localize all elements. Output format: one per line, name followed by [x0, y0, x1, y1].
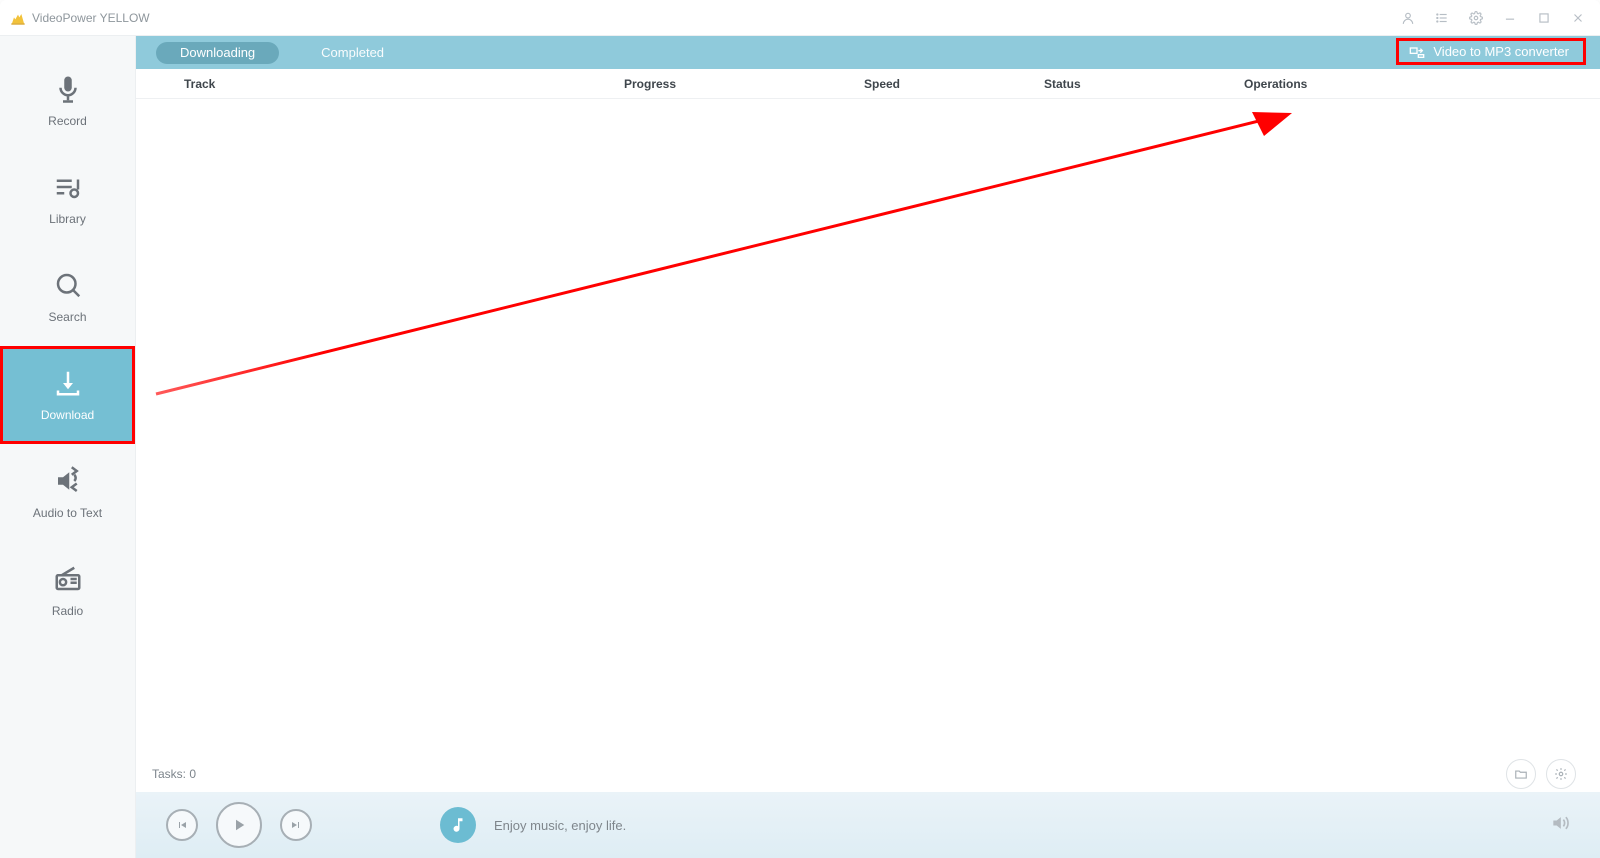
- app-title: VideoPower YELLOW: [32, 11, 150, 25]
- download-list: [136, 99, 1600, 756]
- list-icon[interactable]: [1430, 6, 1454, 30]
- download-icon: [53, 368, 83, 398]
- tab-label: Completed: [321, 46, 384, 60]
- column-speed: Speed: [864, 77, 1044, 91]
- volume-icon[interactable]: [1550, 813, 1570, 838]
- sidebar-item-record[interactable]: Record: [0, 52, 135, 150]
- annotation-arrow: [146, 99, 1446, 434]
- search-icon: [53, 270, 83, 300]
- column-progress: Progress: [624, 77, 864, 91]
- main-panel: Downloading Completed Video to MP3 conve…: [136, 36, 1600, 858]
- title-bar: VideoPower YELLOW: [0, 0, 1600, 36]
- sidebar-item-label: Search: [48, 310, 86, 324]
- gear-icon[interactable]: [1464, 6, 1488, 30]
- tabs-bar: Downloading Completed Video to MP3 conve…: [136, 36, 1600, 69]
- settings-button[interactable]: [1546, 759, 1576, 789]
- play-button[interactable]: [216, 802, 262, 848]
- tasks-count: Tasks: 0: [152, 767, 196, 781]
- sidebar-item-radio[interactable]: Radio: [0, 542, 135, 640]
- sidebar-item-label: Radio: [52, 604, 83, 618]
- sidebar-item-download[interactable]: Download: [0, 346, 135, 444]
- speaker-swap-icon: [53, 466, 83, 496]
- sidebar-item-label: Audio to Text: [33, 506, 102, 520]
- sidebar-item-search[interactable]: Search: [0, 248, 135, 346]
- tab-downloading[interactable]: Downloading: [156, 42, 279, 64]
- columns-header: Track Progress Speed Status Operations: [136, 69, 1600, 99]
- column-status: Status: [1044, 77, 1244, 91]
- maximize-button[interactable]: [1532, 6, 1556, 30]
- status-row: Tasks: 0: [136, 756, 1600, 792]
- account-icon[interactable]: [1396, 6, 1420, 30]
- sidebar-item-label: Library: [49, 212, 86, 226]
- column-track: Track: [184, 77, 624, 91]
- prev-button[interactable]: [166, 809, 198, 841]
- sidebar-item-audio-to-text[interactable]: Audio to Text: [0, 444, 135, 542]
- converter-label: Video to MP3 converter: [1433, 44, 1569, 59]
- video-to-mp3-converter-button[interactable]: Video to MP3 converter: [1396, 38, 1586, 65]
- open-folder-button[interactable]: [1506, 759, 1536, 789]
- sidebar-item-library[interactable]: Library: [0, 150, 135, 248]
- radio-icon: [53, 564, 83, 594]
- next-button[interactable]: [280, 809, 312, 841]
- now-playing-text: Enjoy music, enjoy life.: [494, 818, 626, 833]
- column-operations: Operations: [1244, 77, 1600, 91]
- tab-label: Downloading: [180, 46, 255, 60]
- close-button[interactable]: [1566, 6, 1590, 30]
- library-icon: [53, 172, 83, 202]
- app-window: VideoPower YELLOW Record Library Search: [0, 0, 1600, 858]
- player-bar: Enjoy music, enjoy life.: [136, 792, 1600, 858]
- sidebar: Record Library Search Download Audio to …: [0, 36, 136, 858]
- music-note-icon: [440, 807, 476, 843]
- mic-icon: [53, 74, 83, 104]
- sidebar-item-label: Download: [41, 408, 94, 422]
- sidebar-item-label: Record: [48, 114, 87, 128]
- minimize-button[interactable]: [1498, 6, 1522, 30]
- app-logo-icon: [10, 10, 26, 26]
- tab-completed[interactable]: Completed: [297, 42, 408, 64]
- convert-icon: [1409, 44, 1425, 60]
